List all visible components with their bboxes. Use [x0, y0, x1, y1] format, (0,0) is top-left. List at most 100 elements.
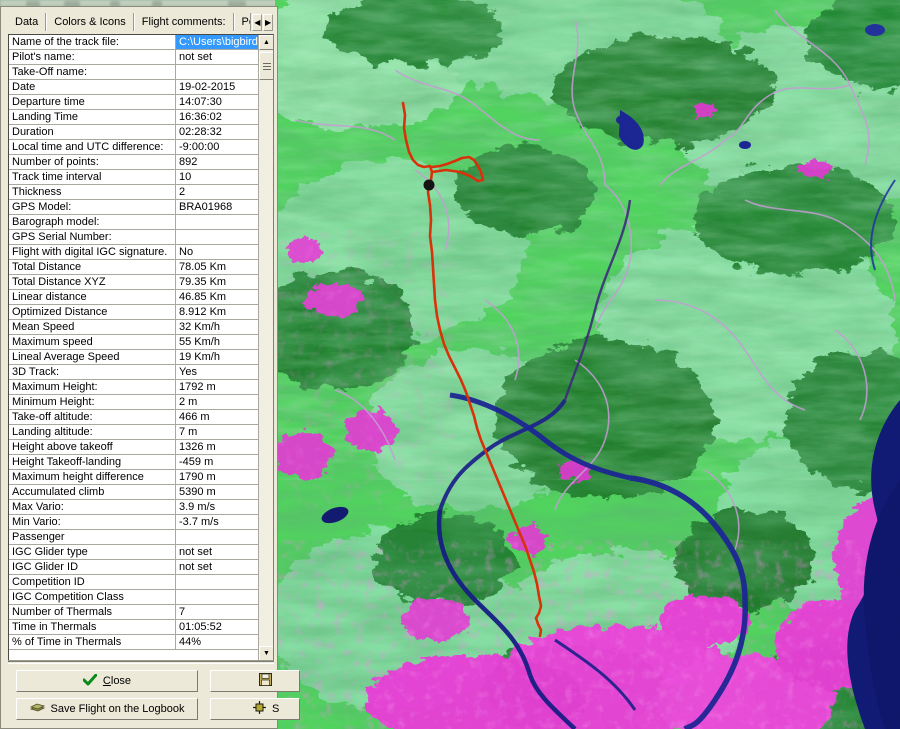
property-value[interactable]: -9:00:00	[176, 140, 258, 154]
table-row[interactable]: Accumulated climb 5390 m	[9, 485, 258, 500]
property-value[interactable]: 46.85 Km	[176, 290, 258, 304]
table-row[interactable]: Total Distance 78.05 Km	[9, 260, 258, 275]
tab-flight-comments[interactable]: Flight comments:	[133, 13, 234, 31]
property-value[interactable]: 32 Km/h	[176, 320, 258, 334]
close-button[interactable]: Close	[16, 670, 198, 692]
property-value[interactable]: 10	[176, 170, 258, 184]
table-row[interactable]: 3D Track: Yes	[9, 365, 258, 380]
table-row[interactable]: Take-Off name:	[9, 65, 258, 80]
table-row[interactable]: Take-off altitude: 466 m	[9, 410, 258, 425]
table-row[interactable]: Number of points: 892	[9, 155, 258, 170]
property-value[interactable]: 892	[176, 155, 258, 169]
property-value[interactable]	[176, 590, 258, 604]
property-value[interactable]: 14:07:30	[176, 95, 258, 109]
table-row[interactable]: IGC Glider ID not set	[9, 560, 258, 575]
triangle-up-icon[interactable]: ▲	[259, 35, 273, 50]
track-position-marker[interactable]	[423, 179, 435, 191]
property-value[interactable]: -459 m	[176, 455, 258, 469]
table-row[interactable]: IGC Competition Class	[9, 590, 258, 605]
table-row[interactable]: Maximum speed 55 Km/h	[9, 335, 258, 350]
save-flight-logbook-button[interactable]: Save Flight on the Logbook	[16, 698, 198, 720]
table-row[interactable]: Thickness 2	[9, 185, 258, 200]
table-row[interactable]: Pilot's name: not set	[9, 50, 258, 65]
table-row[interactable]: Barograph model:	[9, 215, 258, 230]
scroll-thumb[interactable]	[259, 52, 273, 80]
property-value[interactable]: 7 m	[176, 425, 258, 439]
tab-data[interactable]: Data	[7, 13, 47, 31]
table-row[interactable]: Name of the track file: C:\Users\bigbird	[9, 35, 258, 50]
property-value[interactable]: 1792 m	[176, 380, 258, 394]
table-row[interactable]: Competition ID	[9, 575, 258, 590]
properties-grid[interactable]: Name of the track file: C:\Users\bigbird P…	[8, 34, 274, 662]
property-value[interactable]	[176, 575, 258, 589]
table-row[interactable]: Number of Thermals 7	[9, 605, 258, 620]
triangle-down-icon[interactable]: ▼	[259, 646, 273, 661]
triangle-left-icon[interactable]: ◀	[252, 14, 263, 31]
screenshot-button[interactable]: S	[210, 698, 300, 720]
table-row[interactable]: Duration 02:28:32	[9, 125, 258, 140]
tab-poi[interactable]: Poi	[233, 13, 252, 31]
property-value[interactable]: BRA01968	[176, 200, 258, 214]
property-value[interactable]	[176, 65, 258, 79]
flight-track-map[interactable]	[275, 0, 900, 729]
property-value[interactable]: Yes	[176, 365, 258, 379]
table-row[interactable]: Flight with digital IGC signature. No	[9, 245, 258, 260]
triangle-right-icon[interactable]: ▶	[263, 14, 273, 31]
property-value[interactable]	[176, 530, 258, 544]
property-value[interactable]: 3.9 m/s	[176, 500, 258, 514]
table-row[interactable]: Time in Thermals 01:05:52	[9, 620, 258, 635]
property-value[interactable]: 1790 m	[176, 470, 258, 484]
property-value[interactable]: 2	[176, 185, 258, 199]
property-value[interactable]: 78.05 Km	[176, 260, 258, 274]
property-value[interactable]: 02:28:32	[176, 125, 258, 139]
table-row[interactable]: Height above takeoff 1326 m	[9, 440, 258, 455]
table-row[interactable]: Min Vario: -3.7 m/s	[9, 515, 258, 530]
property-value[interactable]: 44%	[176, 635, 258, 649]
grid-vertical-scrollbar[interactable]: ▲ ▼	[258, 35, 273, 661]
property-value[interactable]: 7	[176, 605, 258, 619]
property-value[interactable]: C:\Users\bigbird	[176, 35, 258, 49]
table-row[interactable]: GPS Serial Number:	[9, 230, 258, 245]
table-row[interactable]: % of Time in Thermals 44%	[9, 635, 258, 650]
property-value[interactable]: 16:36:02	[176, 110, 258, 124]
property-value[interactable]: 01:05:52	[176, 620, 258, 634]
property-value[interactable]: 5390 m	[176, 485, 258, 499]
table-row[interactable]: Optimized Distance 8.912 Km	[9, 305, 258, 320]
property-value[interactable]: not set	[176, 545, 258, 559]
property-value[interactable]: not set	[176, 50, 258, 64]
property-value[interactable]: 55 Km/h	[176, 335, 258, 349]
property-value[interactable]: 19 Km/h	[176, 350, 258, 364]
property-value[interactable]: 1326 m	[176, 440, 258, 454]
dialog-tabstrip[interactable]: Data Colors & Icons Flight comments: Poi…	[7, 12, 273, 31]
property-value[interactable]	[176, 215, 258, 229]
table-row[interactable]: Landing altitude: 7 m	[9, 425, 258, 440]
table-row[interactable]: Height Takeoff-landing -459 m	[9, 455, 258, 470]
property-value[interactable]: 2 m	[176, 395, 258, 409]
table-row[interactable]: Departure time 14:07:30	[9, 95, 258, 110]
table-row[interactable]: Max Vario: 3.9 m/s	[9, 500, 258, 515]
table-row[interactable]: Total Distance XYZ 79.35 Km	[9, 275, 258, 290]
table-row[interactable]: Minimum Height: 2 m	[9, 395, 258, 410]
property-value[interactable]: -3.7 m/s	[176, 515, 258, 529]
property-value[interactable]: not set	[176, 560, 258, 574]
property-value[interactable]: No	[176, 245, 258, 259]
table-row[interactable]: Mean Speed 32 Km/h	[9, 320, 258, 335]
table-row[interactable]: GPS Model: BRA01968	[9, 200, 258, 215]
table-row[interactable]: Maximum height difference 1790 m	[9, 470, 258, 485]
table-row[interactable]: Date 19-02-2015	[9, 80, 258, 95]
property-value[interactable]: 19-02-2015	[176, 80, 258, 94]
property-value[interactable]: 466 m	[176, 410, 258, 424]
table-row[interactable]: Passenger	[9, 530, 258, 545]
table-row[interactable]: Local time and UTC difference: -9:00:00	[9, 140, 258, 155]
table-row[interactable]: Track time interval 10	[9, 170, 258, 185]
property-value[interactable]: 8.912 Km	[176, 305, 258, 319]
property-value[interactable]	[176, 230, 258, 244]
tab-colors-icons[interactable]: Colors & Icons	[46, 13, 134, 31]
property-value[interactable]: 79.35 Km	[176, 275, 258, 289]
table-row[interactable]: Landing Time 16:36:02	[9, 110, 258, 125]
save-button[interactable]	[210, 670, 300, 692]
table-row[interactable]: IGC Glider type not set	[9, 545, 258, 560]
table-row[interactable]: Linear distance 46.85 Km	[9, 290, 258, 305]
table-row[interactable]: Maximum Height: 1792 m	[9, 380, 258, 395]
table-row[interactable]: Lineal Average Speed 19 Km/h	[9, 350, 258, 365]
